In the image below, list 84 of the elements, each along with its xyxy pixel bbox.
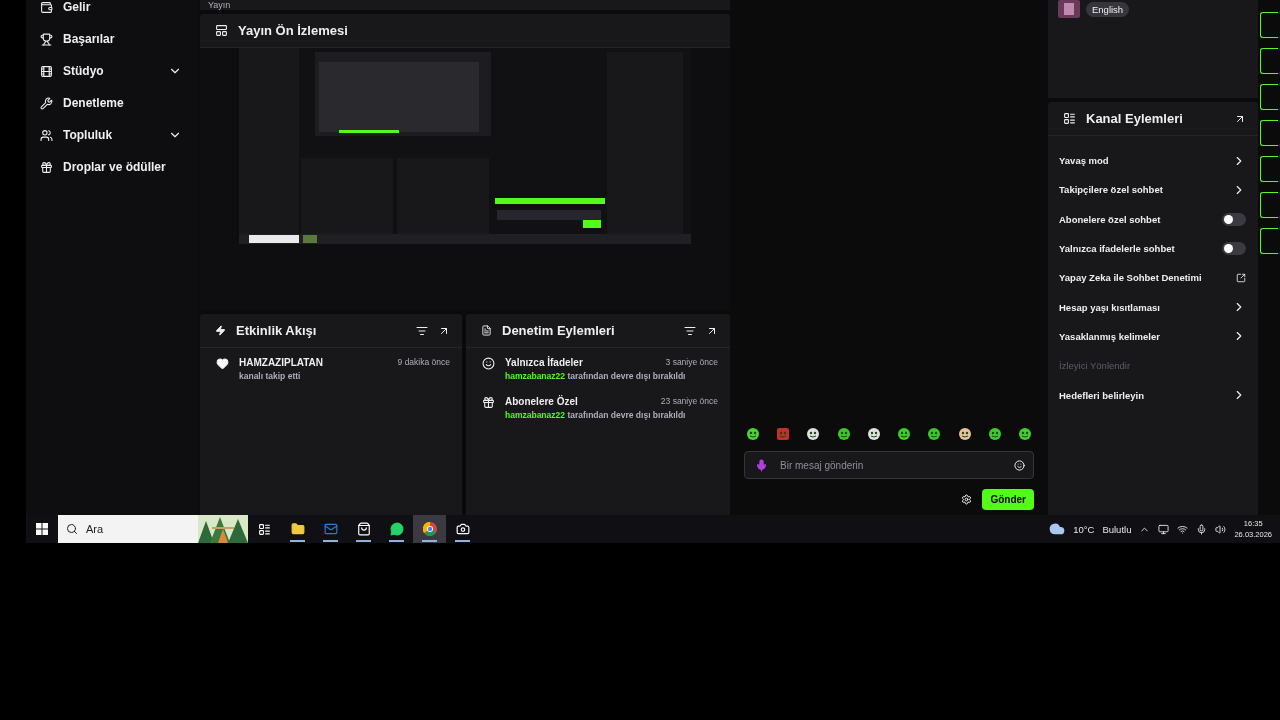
network-icon	[1177, 523, 1189, 535]
menu-item[interactable]: Hedefleri belirleyin	[1048, 380, 1258, 410]
emote-icon[interactable]	[987, 427, 1002, 441]
weather-condition: Bulutlu	[1102, 523, 1132, 535]
preview-icon	[215, 24, 228, 37]
event-time: 9 dakika önce	[397, 357, 450, 368]
action-detail: hamzabanaz22 tarafından devre dışı bırakıldı	[505, 410, 687, 420]
action-title: Abonelere Özel	[505, 396, 578, 407]
menu-item[interactable]: Hesap yaşı kısıtlaması	[1048, 292, 1258, 322]
user-link[interactable]: hamzabanaz22	[505, 371, 565, 381]
sidebar-item[interactable]: Gelir	[40, 0, 182, 23]
mic-icon	[1196, 523, 1208, 535]
side-panel-tab[interactable]	[1260, 48, 1278, 74]
emote-icon[interactable]	[957, 427, 972, 441]
emote-icon[interactable]	[866, 427, 881, 441]
filter-icon[interactable]	[416, 324, 428, 337]
gift-icon	[482, 396, 495, 409]
nav-icon	[40, 160, 53, 174]
panel-title: Etkinlik Akışı	[236, 323, 318, 338]
browser-icon[interactable]	[413, 515, 446, 543]
sidebar-item[interactable]: Denetleme	[40, 87, 182, 119]
sidebar-item[interactable]: Droplar ve ödüller	[40, 151, 182, 183]
smiley-icon	[482, 357, 495, 370]
user-link[interactable]: hamzabanaz22	[505, 410, 565, 420]
side-panel-tab[interactable]	[1260, 12, 1278, 38]
cloud-icon	[1049, 521, 1066, 537]
emote-icon[interactable]	[1017, 427, 1032, 441]
menu-item[interactable]: Yapay Zeka ile Sohbet Denetimi	[1048, 263, 1258, 293]
external-link-icon	[1236, 272, 1246, 283]
emote-icon[interactable]	[897, 427, 912, 441]
side-panel-tab[interactable]	[1260, 120, 1278, 146]
action-title: Yalnızca İfadeler	[505, 357, 583, 368]
search-icon	[66, 523, 78, 535]
message-input[interactable]: Bir mesaj gönderin	[778, 458, 1004, 472]
emote-icon[interactable]	[806, 427, 821, 441]
section-label: İzleyici Yönlendir	[1058, 359, 1132, 374]
emote-icon[interactable]	[746, 427, 760, 441]
event-user: HAMZAZIPLATAN	[239, 357, 324, 368]
menu-item[interactable]: Yasaklanmış kelimeler	[1048, 321, 1258, 352]
side-panel-tab[interactable]	[1260, 228, 1278, 254]
toggle-switch[interactable]	[1222, 242, 1246, 256]
channel-icon	[1063, 112, 1076, 125]
emoji-icon[interactable]	[1014, 459, 1025, 471]
action-time: 23 saniye önce	[660, 396, 718, 407]
menu-item[interactable]: Yalnızca ifadelerle sohbet	[1048, 233, 1258, 264]
speaker-icon	[1215, 523, 1227, 535]
column-header: Yayın	[208, 1, 231, 10]
settings-icon[interactable]	[961, 494, 973, 505]
nav-icon	[40, 64, 53, 78]
sidebar-item[interactable]: Stüdyo	[40, 55, 182, 87]
panel-title: Denetim Eylemleri	[502, 323, 616, 338]
action-time: 3 saniye önce	[665, 357, 718, 368]
mic-icon	[755, 458, 768, 472]
emote-icon[interactable]	[836, 427, 851, 441]
windows-icon[interactable]	[36, 523, 48, 535]
nav-icon	[40, 96, 53, 110]
emote-icon[interactable]	[927, 427, 942, 441]
send-button[interactable]: Gönder	[982, 489, 1034, 510]
heart-icon	[216, 357, 229, 370]
panel-title: Yayın Ön İzlemesi	[238, 23, 349, 38]
nav-icon	[40, 32, 53, 46]
search-field[interactable]: Ara	[58, 515, 248, 543]
panel-title: Kanal Eylemleri	[1086, 111, 1184, 126]
lightning-icon	[215, 325, 226, 336]
monitor-icon	[1158, 523, 1170, 535]
filter-icon[interactable]	[684, 324, 696, 337]
event-action: kanalı takip etti	[239, 371, 302, 381]
side-panel-tab[interactable]	[1260, 84, 1278, 110]
side-panel-tab[interactable]	[1260, 192, 1278, 218]
language-tag: English	[1086, 2, 1130, 17]
chat-input[interactable]: Bir mesaj gönderin	[744, 451, 1034, 479]
sidebar-item[interactable]: Başarılar	[40, 23, 182, 55]
action-detail: hamzabanaz22 tarafından devre dışı bırakıldı	[505, 371, 687, 381]
nav-icon	[40, 0, 53, 14]
thumbnail-icon	[1058, 0, 1080, 18]
menu-item[interactable]: Yavaş mod	[1048, 146, 1258, 176]
side-panel-tab[interactable]	[1260, 156, 1278, 182]
toggle-switch[interactable]	[1222, 212, 1246, 226]
menu-item[interactable]: Abonelere özel sohbet	[1048, 204, 1258, 234]
nav-icon	[40, 128, 53, 142]
sidebar-item[interactable]: Topluluk	[40, 119, 182, 151]
document-icon	[481, 325, 492, 336]
menu-item[interactable]: Takipçilere özel sohbet	[1048, 175, 1258, 205]
temperature: 10°C	[1073, 523, 1095, 535]
